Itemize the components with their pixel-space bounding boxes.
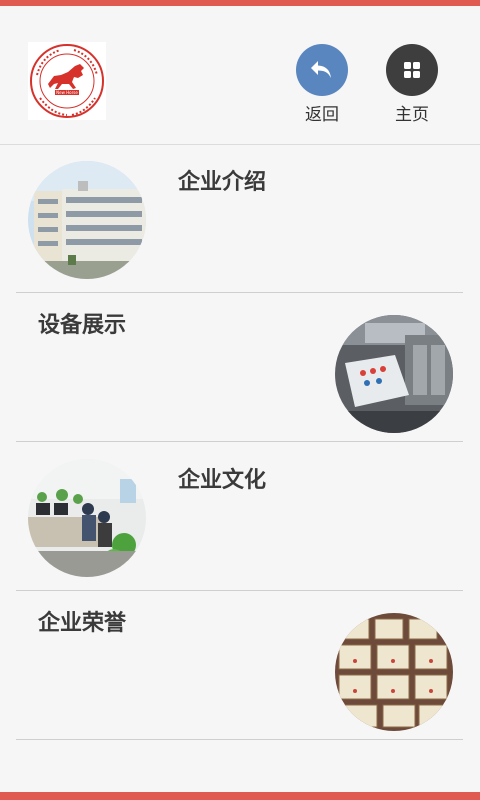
svg-text:New Horse: New Horse bbox=[56, 90, 78, 95]
return-arrow-icon bbox=[296, 44, 348, 96]
home-button[interactable]: 主页 bbox=[372, 44, 452, 134]
header: New Horse 返回 主页 bbox=[0, 6, 480, 145]
menu-item-equipment[interactable]: 设备展示 bbox=[16, 293, 463, 442]
home-label: 主页 bbox=[395, 105, 429, 125]
certificates-photo bbox=[335, 613, 453, 731]
menu-item-honors[interactable]: 企业荣誉 bbox=[16, 591, 463, 740]
back-button[interactable]: 返回 bbox=[282, 44, 362, 134]
menu-item-culture[interactable]: 企业文化 bbox=[16, 442, 463, 591]
building-photo bbox=[28, 161, 146, 279]
menu-item-label: 企业文化 bbox=[178, 468, 267, 493]
menu-item-label: 企业介绍 bbox=[178, 170, 267, 195]
menu-item-label: 企业荣誉 bbox=[38, 611, 127, 636]
bottom-accent-bar bbox=[0, 792, 480, 800]
menu-item-company-intro[interactable]: 企业介绍 bbox=[16, 144, 463, 293]
company-logo: New Horse bbox=[28, 42, 106, 120]
office-photo bbox=[28, 459, 146, 577]
menu-item-label: 设备展示 bbox=[38, 313, 127, 338]
machine-photo bbox=[335, 315, 453, 433]
grid-icon bbox=[386, 44, 438, 96]
back-label: 返回 bbox=[305, 105, 339, 125]
